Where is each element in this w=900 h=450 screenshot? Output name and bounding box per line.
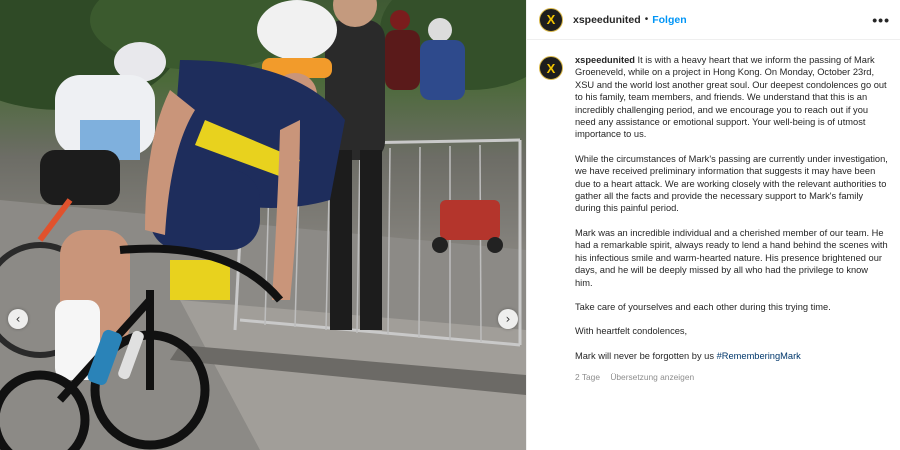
post-photo[interactable]: ‹ › [0, 0, 526, 450]
instagram-post: ‹ › X xspeedunited • Folgen ••• X xspeed… [0, 0, 900, 450]
hashtag-link[interactable]: #RememberingMark [717, 351, 801, 361]
caption-paragraph-3: Mark was an incredible individual and a … [575, 227, 888, 288]
caption: xspeedunited It is with a heavy heart th… [575, 54, 888, 450]
post-body: X xspeedunited It is with a heavy heart … [527, 40, 900, 450]
cycling-race-photo [0, 0, 526, 450]
caption-text-1: It is with a heavy heart that we inform … [575, 55, 887, 140]
post-meta: 2 Tage Übersetzung anzeigen [575, 371, 888, 383]
caption-paragraph-2: While the circumstances of Mark's passin… [575, 153, 888, 214]
caption-avatar[interactable]: X [539, 56, 563, 80]
follow-button[interactable]: Folgen [652, 14, 686, 26]
logo-letter: X [546, 60, 556, 76]
post-header: X xspeedunited • Folgen ••• [527, 0, 900, 40]
logo-letter: X [546, 12, 556, 27]
caption-text-6: Mark will never be forgotten by us [575, 350, 714, 361]
caption-paragraph-6: Mark will never be forgotten by us #Reme… [575, 350, 888, 362]
next-photo-button[interactable]: › [498, 309, 518, 329]
chevron-right-icon: › [505, 312, 511, 326]
chevron-left-icon: ‹ [15, 312, 21, 326]
separator-dot: • [644, 14, 649, 25]
post-timestamp[interactable]: 2 Tage [575, 372, 600, 382]
previous-photo-button[interactable]: ‹ [8, 309, 28, 329]
avatar[interactable]: X [539, 7, 563, 32]
caption-username[interactable]: xspeedunited [575, 55, 635, 65]
post-details-panel: X xspeedunited • Folgen ••• X xspeedunit… [526, 0, 900, 450]
caption-paragraph-5: With heartfelt condolences, [575, 326, 688, 337]
caption-paragraph-4: Take care of yourselves and each other d… [575, 301, 831, 312]
caption-paragraph-1: xspeedunited It is with a heavy heart th… [575, 54, 888, 141]
header-username[interactable]: xspeedunited [573, 14, 641, 26]
more-options-icon[interactable]: ••• [872, 12, 890, 28]
translate-button[interactable]: Übersetzung anzeigen [610, 372, 694, 382]
